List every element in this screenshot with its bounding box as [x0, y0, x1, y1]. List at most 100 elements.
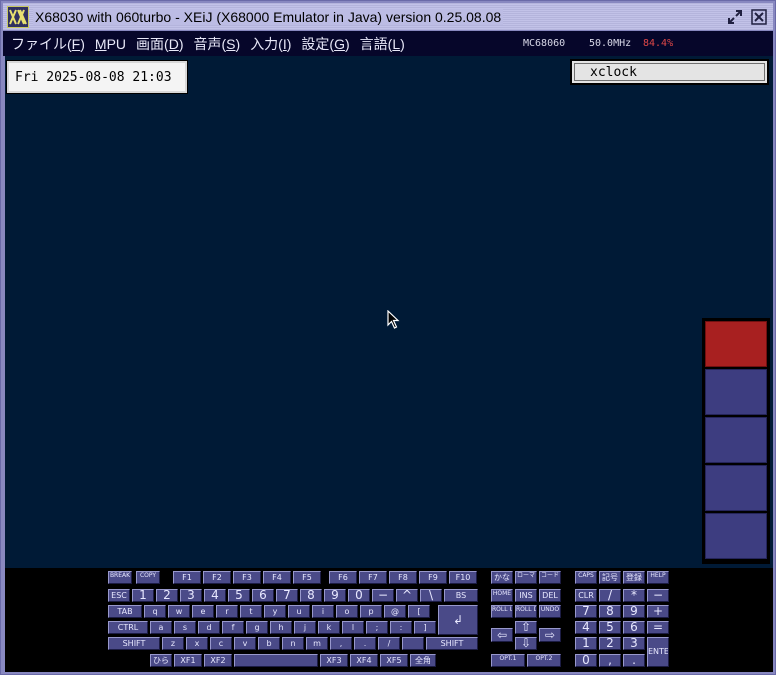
- key-0[interactable]: 0: [348, 589, 370, 602]
- key-sym[interactable]: \: [420, 589, 442, 602]
- key-xf1[interactable]: XF1: [174, 654, 202, 667]
- key-sym[interactable]: +: [647, 605, 669, 618]
- menu-input[interactable]: 入力(I): [250, 34, 291, 54]
- key-かな[interactable]: かな: [491, 571, 513, 584]
- key-6[interactable]: 6: [623, 621, 645, 634]
- menu-file[interactable]: ファイル(F): [11, 34, 85, 54]
- key-m[interactable]: m: [306, 637, 328, 650]
- key-コド[interactable]: コード: [539, 571, 561, 584]
- key-sym[interactable]: @: [384, 605, 406, 618]
- key-8[interactable]: 8: [300, 589, 322, 602]
- key-sym[interactable]: [: [408, 605, 430, 618]
- key-2[interactable]: 2: [156, 589, 178, 602]
- key-ctrl[interactable]: CTRL: [108, 621, 148, 634]
- key-e[interactable]: e: [192, 605, 214, 618]
- key-sym[interactable]: −: [647, 589, 669, 602]
- key-v[interactable]: v: [234, 637, 256, 650]
- key-7[interactable]: 7: [276, 589, 298, 602]
- key-l[interactable]: l: [342, 621, 364, 634]
- return-key[interactable]: ↲: [438, 605, 478, 635]
- task-list-item[interactable]: xclock: [570, 59, 769, 85]
- key-2[interactable]: 2: [599, 637, 621, 650]
- key-全角[interactable]: 全角: [410, 654, 436, 667]
- key-xf2[interactable]: XF2: [204, 654, 232, 667]
- key-shift[interactable]: SHIFT: [426, 637, 478, 650]
- title-bar[interactable]: X68030 with 060turbo - XEiJ (X68000 Emul…: [3, 3, 773, 30]
- key-x[interactable]: x: [186, 637, 208, 650]
- key-undo[interactable]: UNDO: [539, 605, 561, 618]
- enter-key[interactable]: ENTER: [647, 637, 669, 667]
- key-8[interactable]: 8: [599, 605, 621, 618]
- key-f10[interactable]: F10: [449, 571, 477, 584]
- key-g[interactable]: g: [246, 621, 268, 634]
- key-4[interactable]: 4: [575, 621, 597, 634]
- key-9[interactable]: 9: [623, 605, 645, 618]
- key-ロマ[interactable]: ローマ: [515, 571, 537, 584]
- menu-display[interactable]: 画面(D): [136, 34, 183, 54]
- key-sym[interactable]: ]: [414, 621, 436, 634]
- key-tab[interactable]: TAB: [108, 605, 142, 618]
- arrow-right-key[interactable]: ⇨: [539, 628, 561, 642]
- key-sym[interactable]: ;: [366, 621, 388, 634]
- key-f8[interactable]: F8: [389, 571, 417, 584]
- key-ひら[interactable]: ひら: [150, 654, 172, 667]
- arrow-down-key[interactable]: ⇩: [515, 637, 537, 650]
- key-break[interactable]: BREAK: [108, 571, 132, 584]
- key-caps[interactable]: CAPS: [575, 571, 597, 584]
- key-a[interactable]: a: [150, 621, 172, 634]
- key-f2[interactable]: F2: [203, 571, 231, 584]
- key-3[interactable]: 3: [623, 637, 645, 650]
- key-clr[interactable]: CLR: [575, 589, 597, 602]
- key-y[interactable]: y: [264, 605, 286, 618]
- key-ins[interactable]: INS: [515, 589, 537, 602]
- key-3[interactable]: 3: [180, 589, 202, 602]
- key-c[interactable]: c: [210, 637, 232, 650]
- key-bs[interactable]: BS: [444, 589, 478, 602]
- key-xf3[interactable]: XF3: [320, 654, 348, 667]
- key-w[interactable]: w: [168, 605, 190, 618]
- key-opt1[interactable]: OPT.1: [491, 654, 525, 667]
- key-sym[interactable]: =: [647, 621, 669, 634]
- key-f7[interactable]: F7: [359, 571, 387, 584]
- key-0[interactable]: 0: [575, 654, 597, 667]
- key-f6[interactable]: F6: [329, 571, 357, 584]
- key-f3[interactable]: F3: [233, 571, 261, 584]
- desktop-3[interactable]: [705, 417, 767, 463]
- key-space[interactable]: [234, 654, 318, 667]
- key-xf5[interactable]: XF5: [380, 654, 408, 667]
- key-sym[interactable]: −: [372, 589, 394, 602]
- key-r[interactable]: r: [216, 605, 238, 618]
- key-9[interactable]: 9: [324, 589, 346, 602]
- key-del[interactable]: DEL: [539, 589, 561, 602]
- key-esc[interactable]: ESC: [108, 589, 130, 602]
- key-u[interactable]: u: [288, 605, 310, 618]
- menu-settings[interactable]: 設定(G): [301, 34, 349, 54]
- key-sym[interactable]: .: [354, 637, 376, 650]
- key-f5[interactable]: F5: [293, 571, 321, 584]
- key-1[interactable]: 1: [575, 637, 597, 650]
- key-f1[interactable]: F1: [173, 571, 201, 584]
- key-登録[interactable]: 登録: [623, 571, 645, 584]
- restore-icon[interactable]: [725, 7, 745, 27]
- key-sym[interactable]: .: [623, 654, 645, 667]
- key-t[interactable]: t: [240, 605, 262, 618]
- key-sym[interactable]: ,: [330, 637, 352, 650]
- key-記号[interactable]: 記号: [599, 571, 621, 584]
- key-k[interactable]: k: [318, 621, 340, 634]
- key-sym[interactable]: /: [378, 637, 400, 650]
- key-n[interactable]: n: [282, 637, 304, 650]
- desktop-1[interactable]: [705, 321, 767, 367]
- key-o[interactable]: o: [336, 605, 358, 618]
- key-4[interactable]: 4: [204, 589, 226, 602]
- key-sym[interactable]: ,: [599, 654, 621, 667]
- key-space[interactable]: [402, 637, 424, 650]
- key-sym[interactable]: ^: [396, 589, 418, 602]
- close-icon[interactable]: [749, 7, 769, 27]
- key-b[interactable]: b: [258, 637, 280, 650]
- key-5[interactable]: 5: [228, 589, 250, 602]
- key-f9[interactable]: F9: [419, 571, 447, 584]
- key-sym[interactable]: :: [390, 621, 412, 634]
- key-f[interactable]: f: [222, 621, 244, 634]
- key-1[interactable]: 1: [132, 589, 154, 602]
- key-help[interactable]: HELP: [647, 571, 669, 584]
